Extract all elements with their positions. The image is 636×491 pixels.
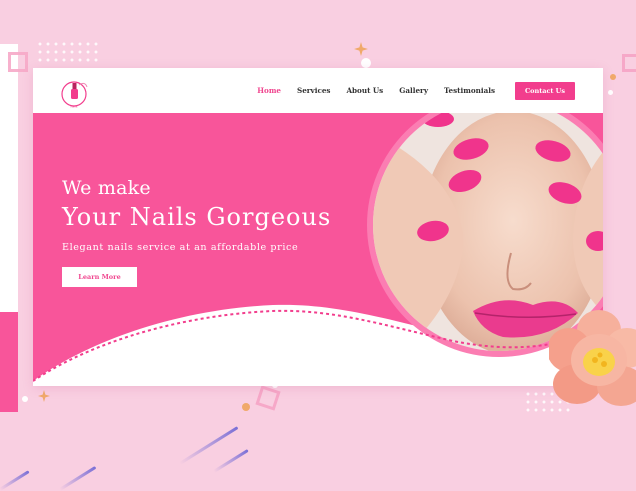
circle-dot-decoration xyxy=(22,396,28,402)
square-outline-decoration xyxy=(622,54,636,72)
circle-dot-decoration xyxy=(610,74,616,80)
diagonal-stroke-decoration xyxy=(59,465,97,491)
sparkle-star-icon xyxy=(38,390,50,402)
website-card: nails Home Services About Us Gallery Tes… xyxy=(33,68,603,386)
nail-polish-logo-icon[interactable]: nails xyxy=(55,77,93,109)
nav-testimonials-link[interactable]: Testimonials xyxy=(444,86,495,95)
svg-text:nails: nails xyxy=(71,105,78,109)
circle-dot-decoration xyxy=(361,58,371,68)
hero-title: Your Nails Gorgeous xyxy=(62,203,332,231)
circle-dot-decoration xyxy=(242,403,250,411)
hero-subtitle: Elegant nails service at an affordable p… xyxy=(62,242,299,253)
nav-services-link[interactable]: Services xyxy=(297,86,330,95)
hero-tagline: We make xyxy=(62,177,151,199)
sparkle-star-icon xyxy=(354,42,368,56)
diagonal-stroke-decoration xyxy=(213,449,249,473)
nav-about-link[interactable]: About Us xyxy=(346,86,383,95)
contact-us-button[interactable]: Contact Us xyxy=(515,82,575,100)
nav-home-link[interactable]: Home xyxy=(257,86,281,95)
nav-gallery-link[interactable]: Gallery xyxy=(399,86,428,95)
nav-links: Home Services About Us Gallery Testimoni… xyxy=(257,86,495,95)
diagonal-stroke-decoration xyxy=(0,470,30,491)
square-outline-decoration xyxy=(255,385,281,411)
navbar: nails Home Services About Us Gallery Tes… xyxy=(33,68,603,113)
peony-flower-icon xyxy=(549,310,636,406)
square-outline-decoration xyxy=(8,52,28,72)
circle-dot-decoration xyxy=(608,90,613,95)
hero-section: We make Your Nails Gorgeous Elegant nail… xyxy=(33,113,603,386)
side-card-pink-strip xyxy=(0,312,18,412)
dot-grid-top-left xyxy=(36,40,100,64)
background-side-card xyxy=(0,44,18,412)
learn-more-button[interactable]: Learn More xyxy=(62,267,137,287)
